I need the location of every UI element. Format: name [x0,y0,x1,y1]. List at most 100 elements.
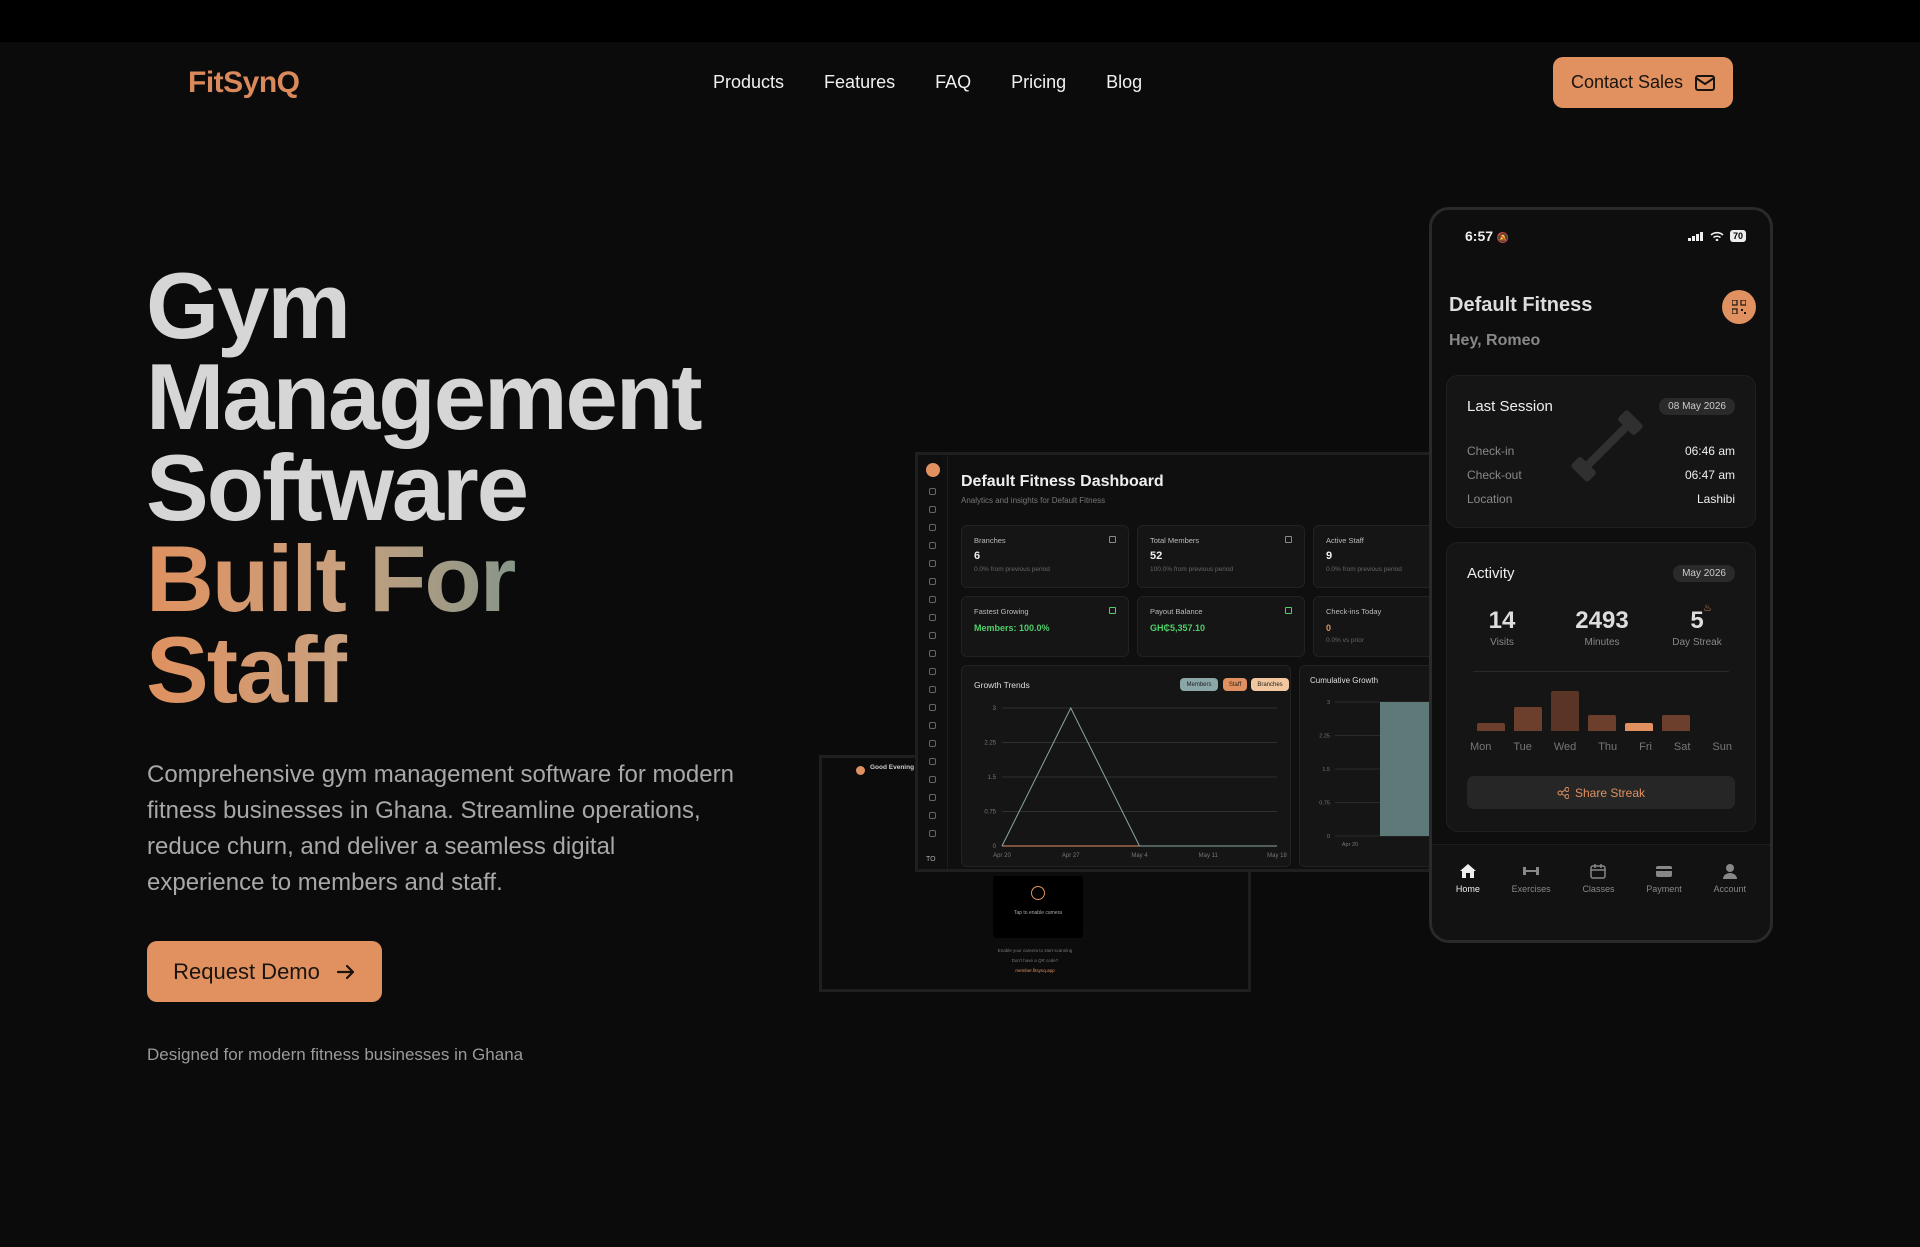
stat-label: Active Staff [1326,536,1364,545]
trend-up-icon [1109,607,1116,614]
day-label: Wed [1553,741,1577,753]
activity-bar [1514,707,1543,731]
session-row-key: Check-out [1467,468,1522,482]
weekly-bars [1473,691,1729,731]
stat-card-active-staff[interactable]: Active Staff 9 0.0% from previous period [1313,525,1430,588]
sidebar-icon[interactable] [929,776,936,783]
activity-bar [1551,691,1580,731]
status-time-text: 6:57 [1465,228,1494,244]
activity-bar [1477,723,1506,731]
stat-minutes: 2493 Minutes [1562,607,1642,648]
day-label: Sat [1673,741,1691,753]
activity-bar [1588,715,1616,731]
sidebar-icon[interactable] [929,560,936,567]
arrow-right-icon [336,964,354,979]
activity-month[interactable]: May 2026 [1673,565,1735,582]
brand-logo[interactable]: FitSynQ [188,66,300,100]
nav-item-pricing[interactable]: Pricing [1011,72,1066,93]
hero-description: Comprehensive gym management software fo… [147,761,734,896]
tab-classes[interactable]: Classes [1582,863,1614,940]
sidebar-icon[interactable] [929,524,936,531]
y-tick-label: 0.75 [984,810,996,816]
request-demo-button[interactable]: Request Demo [147,941,382,1002]
sidebar-icon[interactable] [929,704,936,711]
nav-item-faq[interactable]: FAQ [935,72,971,93]
sidebar-icon[interactable] [929,578,936,585]
y-tick-label: 2.25 [1319,734,1330,740]
stat-sub: 0.0% from previous period [974,566,1050,573]
day-label: Fri [1639,741,1652,753]
tab-account[interactable]: Account [1713,863,1747,940]
y-tick-label: 0.75 [1319,801,1330,807]
x-tick-label: Apr 20 [993,853,1011,859]
nav-item-blog[interactable]: Blog [1106,72,1142,93]
request-demo-label: Request Demo [173,958,320,984]
dumbbell-icon [1523,867,1540,875]
sidebar-icon[interactable] [929,542,936,549]
tab-label: Payment [1646,884,1682,894]
stat-card-checkins-today[interactable]: Check-ins Today 0 0.0% vs prior [1313,596,1430,657]
kiosk-link[interactable]: member.fitsynq.app [822,968,1248,973]
contact-sales-button[interactable]: Contact Sales [1553,57,1733,108]
browser-top-strip [0,0,1920,42]
y-tick-label: 1.5 [988,775,997,781]
sidebar-icon[interactable] [929,794,936,801]
sidebar-icon[interactable] [929,812,936,819]
contact-sales-label: Contact Sales [1570,72,1684,92]
kiosk-greeting: Good Evening [870,764,915,771]
top-nav: FitSynQ Products Features FAQ Pricing Bl… [0,42,1920,124]
stat-card-total-members[interactable]: Total Members 52 100.0% from previous pe… [1137,525,1305,588]
hero-title-accent: Staff [146,623,701,717]
stat-value: 0 [1326,623,1332,633]
hero-title-line: Software [146,435,529,540]
stat-card-branches[interactable]: Branches 6 0.0% from previous period [961,525,1129,588]
cumulative-growth-chart: Cumulative Growth 32.251.50.750Apr 20Apr [1299,665,1430,867]
sidebar-icon[interactable] [929,614,936,621]
share-streak-button[interactable]: Share Streak [1467,776,1735,809]
sidebar-icon[interactable] [929,740,936,747]
sidebar-icon[interactable] [929,758,936,765]
weekday-labels: Mon Tue Wed Thu Fri Sat Sun [1447,741,1755,753]
x-tick-label: May 11 [1199,853,1219,859]
y-tick-label: 1.5 [1322,767,1330,773]
stat-card-payout-balance[interactable]: Payout Balance GH₵5,357.10 [1137,596,1305,657]
day-label: Thu [1598,741,1618,753]
sidebar-icon[interactable] [929,830,936,837]
sidebar-icon[interactable] [929,686,936,693]
sidebar-icon[interactable] [929,722,936,729]
status-icons: 70 [1687,230,1746,242]
y-tick-label: 3 [993,706,997,712]
kiosk-camera[interactable]: Tap to enable camera [993,876,1083,938]
tab-exercises[interactable]: Exercises [1512,863,1551,940]
stat-label: Check-ins Today [1326,607,1382,616]
sidebar-icon[interactable] [929,488,936,495]
day-label: Mon [1469,741,1492,753]
sidebar-icon[interactable] [929,596,936,603]
y-tick-label: 2.25 [984,741,996,747]
qr-code-button[interactable] [1722,290,1756,324]
tab-label: Account [1713,884,1747,894]
session-row: Check-in 06:46 am [1467,444,1735,458]
nav-item-products[interactable]: Products [713,72,784,93]
sidebar-icon[interactable] [929,506,936,513]
session-row-value: 06:46 am [1684,444,1735,458]
sidebar-icon[interactable] [929,650,936,657]
sidebar-icon[interactable] [929,668,936,675]
sidebar-icon[interactable] [929,632,936,639]
stat-card-fastest-growing[interactable]: Fastest Growing Members: 100.0% [961,596,1129,657]
sidebar-user-badge[interactable]: TO [926,856,936,863]
session-row-value: 06:47 am [1684,468,1735,482]
x-tick-label: May 18 [1267,853,1287,859]
activity-bar [1624,723,1653,731]
nav-item-features[interactable]: Features [824,72,895,93]
stat-value: 52 [1150,550,1163,562]
mobile-app-preview: 6:57 🔕 70 Default Fitness Hey, Romeo Las… [1429,207,1773,943]
hero-title-line: Management [146,344,703,449]
calendar-icon [1590,864,1607,879]
last-session-card[interactable]: Last Session 08 May 2026 Check-in 06:46 a… [1446,375,1756,528]
qr-icon [1732,300,1746,314]
tab-payment[interactable]: Payment [1646,863,1682,940]
tab-home[interactable]: Home [1456,863,1480,940]
mail-icon [1695,74,1716,91]
stat-caption: Day Streak [1672,637,1722,648]
